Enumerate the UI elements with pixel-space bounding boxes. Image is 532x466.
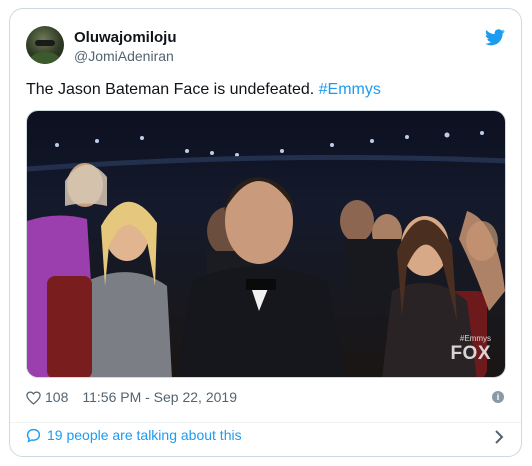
- author-name[interactable]: Oluwajomiloju: [74, 29, 177, 46]
- bird-icon[interactable]: [485, 29, 505, 46]
- speech-bubble-icon: [26, 428, 41, 443]
- conversation-text[interactable]: 19 people are talking about this: [47, 427, 242, 443]
- watermark-tag: #Emmys: [459, 334, 491, 343]
- emmys-audience-photo: [27, 131, 505, 377]
- conversation-link[interactable]: 19 people are talking about this: [26, 427, 505, 453]
- fox-watermark: #Emmys FOX: [450, 334, 491, 365]
- watermark-network: FOX: [450, 343, 491, 364]
- tweet-media-image[interactable]: #Emmys FOX: [26, 110, 506, 378]
- tweet-meta-row: 108 11:56 PM - Sep 22, 2019: [26, 389, 237, 405]
- divider: [10, 422, 521, 423]
- tweet-timestamp[interactable]: 11:56 PM - Sep 22, 2019: [82, 389, 237, 405]
- tweet-card[interactable]: Oluwajomiloju @JomiAdeniran The Jason Ba…: [9, 8, 522, 457]
- avatar-glasses: [35, 40, 55, 46]
- heart-icon[interactable]: [26, 391, 41, 405]
- author-handle[interactable]: @JomiAdeniran: [74, 48, 174, 64]
- tweet-text: The Jason Bateman Face is undefeated. #E…: [26, 81, 381, 99]
- avatar-shoulders: [30, 52, 60, 64]
- info-icon[interactable]: i: [492, 391, 504, 403]
- avatar[interactable]: [26, 26, 64, 64]
- tweet-body: The Jason Bateman Face is undefeated.: [26, 81, 319, 98]
- chevron-right-icon[interactable]: [493, 429, 505, 445]
- like-count[interactable]: 108: [45, 389, 68, 405]
- hashtag-link[interactable]: #Emmys: [319, 81, 381, 98]
